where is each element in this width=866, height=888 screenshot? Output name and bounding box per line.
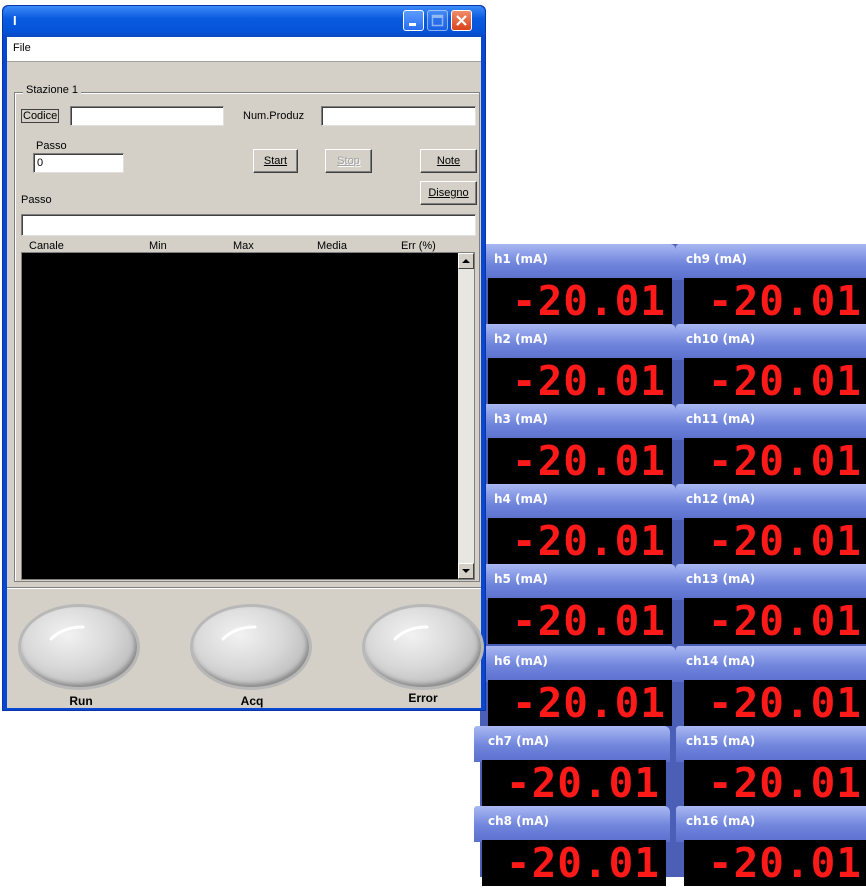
channel-tile: ch8 (mA) -20.01 xyxy=(474,806,670,888)
channel-label: ch15 (mA) xyxy=(676,726,866,762)
channel-label: ch9 (mA) xyxy=(676,244,866,280)
channel-label: ch14 (mA) xyxy=(676,646,866,682)
acq-label: Acq xyxy=(240,694,264,708)
menu-bar: File xyxy=(7,37,481,62)
channel-value: -20.01 xyxy=(488,438,672,484)
error-indicator xyxy=(365,607,481,687)
run-label: Run xyxy=(69,694,93,708)
station-group-title: Stazione 1 xyxy=(23,84,81,96)
scroll-up-button[interactable] xyxy=(458,253,474,269)
channel-value: -20.01 xyxy=(488,680,672,726)
separator xyxy=(7,587,481,589)
passo-input[interactable]: 0 xyxy=(33,153,124,173)
channel-label: ch7 (mA) xyxy=(474,726,670,762)
channel-value: -20.01 xyxy=(684,358,866,404)
stop-button[interactable]: Stop xyxy=(325,149,372,173)
window-client-area: File Stazione 1 Codice Num.Produz Passo … xyxy=(7,37,481,708)
channel-label: h1 (mA) xyxy=(480,244,676,280)
channel-tile: ch7 (mA) -20.01 xyxy=(474,726,670,808)
column-canale[interactable]: Canale xyxy=(29,240,64,252)
passo-label: Passo xyxy=(36,140,67,152)
channel-label: h3 (mA) xyxy=(480,404,676,440)
scroll-down-button[interactable] xyxy=(458,563,474,579)
channel-value: -20.01 xyxy=(488,598,672,644)
note-button[interactable]: Note xyxy=(420,149,477,173)
arrow-up-icon xyxy=(462,259,470,263)
channel-tile: h1 (mA) -20.01 xyxy=(480,244,676,326)
channel-value: -20.01 xyxy=(488,358,672,404)
channel-panel: h1 (mA) -20.01 h2 (mA) -20.01 h3 (mA) -2… xyxy=(474,244,866,886)
channel-value: -20.01 xyxy=(684,680,866,726)
channel-value: -20.01 xyxy=(684,760,866,806)
num-produz-input[interactable] xyxy=(321,106,476,126)
led-highlight-icon xyxy=(221,625,257,641)
channel-tile: ch12 (mA) -20.01 xyxy=(676,484,866,566)
channel-tile: ch11 (mA) -20.01 xyxy=(676,404,866,486)
channel-list[interactable] xyxy=(21,252,475,580)
channel-label: ch13 (mA) xyxy=(676,564,866,600)
start-button[interactable]: Start xyxy=(253,149,298,173)
run-indicator xyxy=(21,607,137,687)
column-media[interactable]: Media xyxy=(317,240,347,252)
led-highlight-icon xyxy=(49,625,85,641)
channel-tile: h5 (mA) -20.01 xyxy=(480,564,676,646)
channel-tile: h6 (mA) -20.01 xyxy=(480,646,676,728)
app-window: I File Stazione 1 Codice Num.Produz Pass… xyxy=(2,5,486,711)
channel-label: ch8 (mA) xyxy=(474,806,670,842)
maximize-button[interactable] xyxy=(427,10,448,31)
num-produz-label: Num.Produz xyxy=(243,110,305,122)
channel-value: -20.01 xyxy=(482,760,666,806)
channel-label: h6 (mA) xyxy=(480,646,676,682)
channel-value: -20.01 xyxy=(488,278,672,324)
menu-file[interactable]: File xyxy=(13,42,31,54)
codice-input[interactable] xyxy=(70,106,224,126)
acq-indicator xyxy=(193,607,309,687)
close-button[interactable] xyxy=(451,10,472,31)
column-min[interactable]: Min xyxy=(149,240,167,252)
column-err[interactable]: Err (%) xyxy=(401,240,436,252)
channel-label: ch10 (mA) xyxy=(676,324,866,360)
minimize-button[interactable] xyxy=(403,10,424,31)
passo-description-field[interactable] xyxy=(21,214,476,236)
channel-value: -20.01 xyxy=(488,518,672,564)
window-title: I xyxy=(13,13,17,28)
channel-value: -20.01 xyxy=(684,518,866,564)
channel-tile: ch10 (mA) -20.01 xyxy=(676,324,866,406)
channel-tile: ch15 (mA) -20.01 xyxy=(676,726,866,808)
minimize-icon xyxy=(409,23,416,26)
arrow-down-icon xyxy=(462,569,470,573)
channel-label: ch11 (mA) xyxy=(676,404,866,440)
led-highlight-icon xyxy=(393,625,429,641)
channel-label: ch16 (mA) xyxy=(676,806,866,842)
channel-tile: h4 (mA) -20.01 xyxy=(480,484,676,566)
channel-value: -20.01 xyxy=(482,840,666,886)
passo-description-label: Passo xyxy=(21,194,52,206)
channel-label: h2 (mA) xyxy=(480,324,676,360)
channel-tile: ch14 (mA) -20.01 xyxy=(676,646,866,728)
channel-value: -20.01 xyxy=(684,438,866,484)
error-label: Error xyxy=(408,691,438,705)
channel-tile: ch13 (mA) -20.01 xyxy=(676,564,866,646)
codice-label[interactable]: Codice xyxy=(21,109,60,123)
channel-tile: h2 (mA) -20.01 xyxy=(480,324,676,406)
channel-value: -20.01 xyxy=(684,278,866,324)
channel-label: h5 (mA) xyxy=(480,564,676,600)
channel-value: -20.01 xyxy=(684,840,866,886)
channel-tile: ch9 (mA) -20.01 xyxy=(676,244,866,326)
vertical-scrollbar[interactable] xyxy=(458,253,474,579)
column-max[interactable]: Max xyxy=(233,240,254,252)
channel-tile: h3 (mA) -20.01 xyxy=(480,404,676,486)
channel-label: h4 (mA) xyxy=(480,484,676,520)
title-bar[interactable]: I xyxy=(3,6,485,37)
channel-value: -20.01 xyxy=(684,598,866,644)
close-icon xyxy=(456,15,467,26)
channel-tile: ch16 (mA) -20.01 xyxy=(676,806,866,888)
disegno-button[interactable]: Disegno xyxy=(420,181,477,205)
channel-label: ch12 (mA) xyxy=(676,484,866,520)
maximize-icon xyxy=(431,14,444,27)
